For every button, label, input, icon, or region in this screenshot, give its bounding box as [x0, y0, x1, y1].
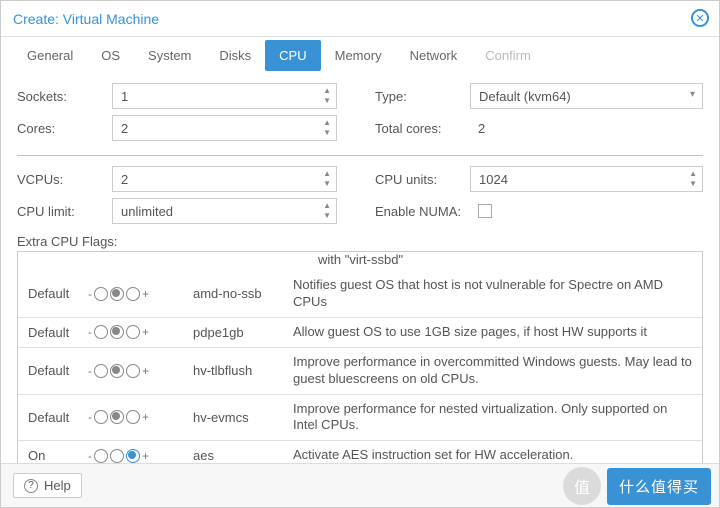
flag-desc: Notifies guest OS that host is not vulne… [293, 277, 702, 311]
flag-desc: Improve performance for nested virtualiz… [293, 401, 702, 435]
flag-radio-group[interactable]: -+ [88, 410, 193, 424]
close-icon[interactable]: ✕ [691, 9, 709, 27]
numa-label: Enable NUMA: [375, 204, 470, 219]
sockets-input[interactable]: ▲▼ [112, 83, 337, 109]
totalcores-label: Total cores: [375, 121, 470, 136]
help-icon: ? [24, 479, 38, 493]
flag-row: Default -+ hv-tlbflush Improve performan… [18, 347, 702, 394]
flag-name: pdpe1gb [193, 325, 293, 340]
chevron-down-icon: ▾ [690, 89, 695, 100]
flag-name: hv-evmcs [193, 410, 293, 425]
vcpus-label: VCPUs: [17, 172, 112, 187]
vcpus-input[interactable]: ▲▼ [112, 166, 337, 192]
flag-desc: Allow guest OS to use 1GB size pages, if… [293, 324, 702, 341]
tab-memory[interactable]: Memory [321, 40, 396, 71]
tab-disks[interactable]: Disks [205, 40, 265, 71]
flag-state: Default [18, 363, 88, 378]
help-label: Help [44, 478, 71, 493]
flag-state: Default [18, 410, 88, 425]
flag-row: Default -+ pdpe1gb Allow guest OS to use… [18, 317, 702, 347]
dialog: Create: Virtual Machine ✕ General OS Sys… [0, 0, 720, 508]
flags-table: with "virt-ssbd" Default -+ amd-no-ssb N… [17, 251, 703, 471]
totalcores-value: 2 [470, 121, 485, 136]
flag-radio-group[interactable]: -+ [88, 287, 193, 301]
divider [17, 155, 703, 156]
flag-state: On [18, 448, 88, 463]
watermark-button: 什么值得买 [607, 468, 711, 505]
tab-os[interactable]: OS [87, 40, 134, 71]
flags-continuation: with "virt-ssbd" [18, 252, 702, 271]
flag-name: amd-no-ssb [193, 286, 293, 301]
flag-name: hv-tlbflush [193, 363, 293, 378]
flag-name: aes [193, 448, 293, 463]
cores-input[interactable]: ▲▼ [112, 115, 337, 141]
cpu-panel: Sockets: ▲▼ Type: ▾ Cores: ▲▼ Total core… [1, 73, 719, 481]
cpuunits-label: CPU units: [375, 172, 470, 187]
tab-cpu[interactable]: CPU [265, 40, 320, 71]
flag-radio-group[interactable]: -+ [88, 449, 193, 463]
cores-label: Cores: [17, 121, 112, 136]
sockets-label: Sockets: [17, 89, 112, 104]
tab-bar: General OS System Disks CPU Memory Netwo… [1, 37, 719, 73]
tab-general[interactable]: General [13, 40, 87, 71]
tab-system[interactable]: System [134, 40, 205, 71]
watermark: 值 什么值得买 [563, 467, 711, 505]
type-label: Type: [375, 89, 470, 104]
tab-network[interactable]: Network [396, 40, 472, 71]
flag-desc: Improve performance in overcommitted Win… [293, 354, 702, 388]
flag-radio-group[interactable]: -+ [88, 325, 193, 339]
flag-row: Default -+ hv-evmcs Improve performance … [18, 394, 702, 441]
flag-row: Default -+ amd-no-ssb Notifies guest OS … [18, 271, 702, 317]
cpulimit-label: CPU limit: [17, 204, 112, 219]
flag-state: Default [18, 286, 88, 301]
type-select[interactable]: ▾ [470, 83, 703, 109]
cpulimit-input[interactable]: ▲▼ [112, 198, 337, 224]
dialog-title: Create: Virtual Machine [13, 11, 159, 27]
flag-radio-group[interactable]: -+ [88, 364, 193, 378]
flag-state: Default [18, 325, 88, 340]
titlebar: Create: Virtual Machine ✕ [1, 1, 719, 37]
tab-confirm: Confirm [471, 40, 545, 71]
watermark-circle: 值 [563, 467, 601, 505]
flag-desc: Activate AES instruction set for HW acce… [293, 447, 702, 464]
help-button[interactable]: ? Help [13, 473, 82, 498]
cpuunits-input[interactable]: ▲▼ [470, 166, 703, 192]
flags-header: Extra CPU Flags: [17, 234, 703, 249]
numa-checkbox[interactable] [478, 204, 492, 218]
